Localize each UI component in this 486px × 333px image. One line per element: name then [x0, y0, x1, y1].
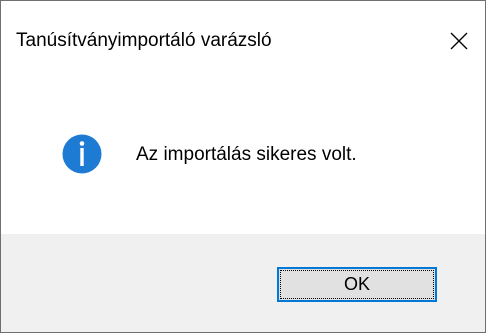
- window-title: Tanúsítványimportáló varázsló: [16, 30, 272, 51]
- dialog-content: Az importálás sikeres volt.: [1, 89, 485, 234]
- title-bar: Tanúsítványimportáló varázsló: [1, 1, 485, 89]
- info-icon: [62, 134, 102, 174]
- close-icon: [450, 32, 468, 50]
- ok-button[interactable]: OK: [277, 267, 437, 302]
- message-dialog: Tanúsítványimportáló varázsló Az importá…: [0, 0, 486, 333]
- ok-button-label: OK: [280, 270, 434, 299]
- close-button[interactable]: [437, 21, 481, 61]
- button-bar: OK: [1, 234, 485, 332]
- message-text: Az importálás sikeres volt.: [136, 144, 357, 165]
